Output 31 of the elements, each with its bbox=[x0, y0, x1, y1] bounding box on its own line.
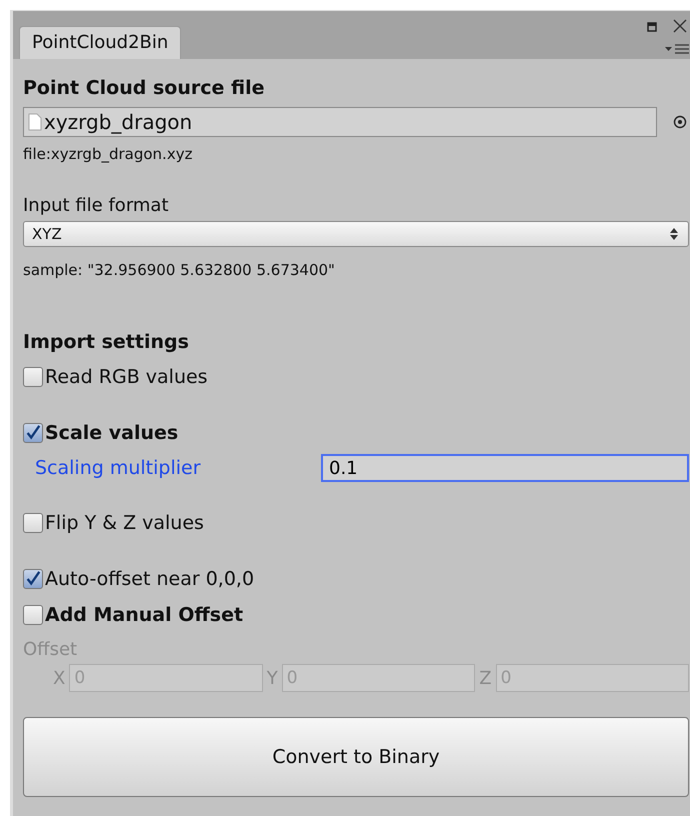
number-field[interactable]: 0.1 bbox=[321, 454, 689, 482]
checkbox[interactable] bbox=[23, 367, 43, 387]
checkbox[interactable] bbox=[23, 513, 43, 533]
axis-label: Y bbox=[266, 668, 278, 688]
checkbox-label: Read RGB values bbox=[45, 366, 208, 388]
close-icon[interactable] bbox=[673, 19, 687, 33]
updown-arrow-icon bbox=[670, 228, 678, 240]
menu-icon[interactable] bbox=[663, 43, 690, 55]
section-heading: Import settings bbox=[23, 330, 190, 355]
info-text: file:xyzrgb_dragon.xyz bbox=[23, 144, 194, 165]
convert-button[interactable]: Convert to Binary bbox=[23, 717, 689, 797]
window-tab[interactable]: PointCloud2Bin bbox=[19, 26, 182, 59]
checkbox-label: Auto-offset near 0,0,0 bbox=[45, 568, 254, 590]
checkbox-label: Add Manual Offset bbox=[45, 604, 244, 626]
maximize-icon[interactable] bbox=[647, 22, 657, 32]
file-icon bbox=[28, 113, 42, 131]
axis-label: X bbox=[53, 668, 66, 688]
field-label: Offset bbox=[23, 638, 78, 661]
format-dropdown[interactable]: XYZ bbox=[23, 221, 689, 247]
info-text: sample: "32.956900 5.632800 5.673400" bbox=[23, 260, 336, 281]
checkbox[interactable] bbox=[23, 569, 43, 589]
field-label: Scaling multiplier bbox=[34, 457, 202, 479]
axis-label: Z bbox=[479, 668, 492, 688]
checkbox[interactable] bbox=[23, 423, 43, 443]
field-label: Input file format bbox=[23, 194, 170, 218]
object-picker-icon[interactable] bbox=[673, 115, 687, 129]
checkbox-label: Flip Y & Z values bbox=[45, 512, 204, 534]
checkbox-label: Scale values bbox=[45, 422, 178, 444]
section-heading: Point Cloud source file bbox=[23, 76, 266, 101]
checkbox[interactable] bbox=[23, 605, 43, 625]
object-field[interactable]: xyzrgb_dragon bbox=[23, 107, 657, 137]
